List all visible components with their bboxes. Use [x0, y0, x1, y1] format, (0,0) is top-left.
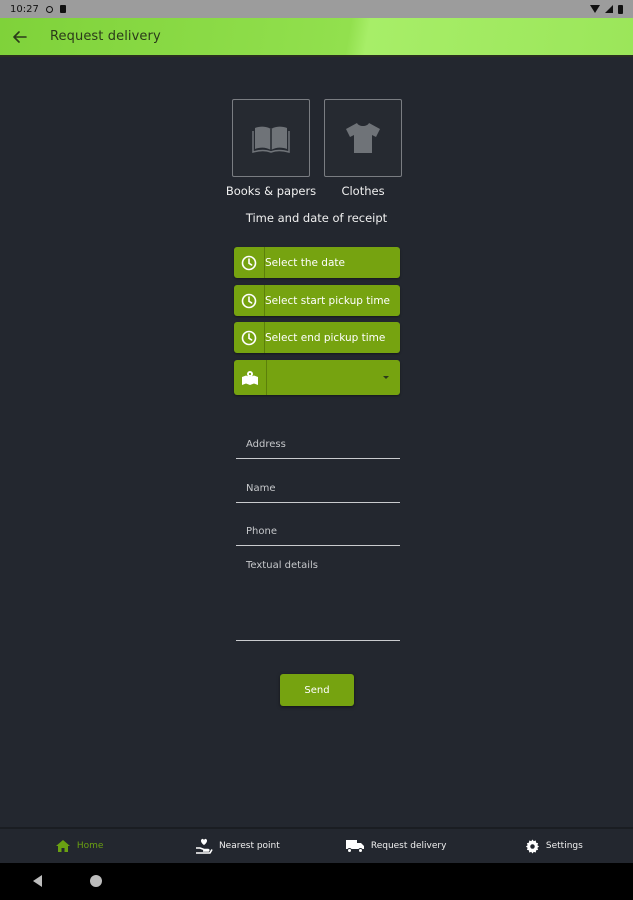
chevron-down-icon — [383, 376, 389, 379]
select-date-label: Select the date — [265, 256, 345, 269]
battery-icon — [618, 4, 623, 14]
details-placeholder: Textual details — [246, 560, 318, 571]
back-button[interactable] — [0, 17, 40, 56]
nav-home[interactable]: Home — [0, 829, 158, 863]
sim-status-icon — [59, 5, 66, 13]
category-clothes-box[interactable] — [324, 99, 402, 177]
system-home-icon[interactable] — [90, 875, 102, 887]
hand-heart-icon — [195, 838, 213, 854]
system-back-icon[interactable] — [33, 875, 42, 887]
nav-request-delivery-label: Request delivery — [370, 841, 447, 851]
select-start-time-label: Select start pickup time — [265, 294, 391, 307]
category-books-box[interactable] — [232, 99, 310, 177]
signal-icon — [605, 5, 613, 13]
select-end-time-label: Select end pickup time — [265, 331, 386, 344]
address-field[interactable]: Address — [236, 434, 400, 459]
send-button[interactable]: Send — [280, 674, 354, 706]
category-books-label: Books & papers — [225, 184, 317, 198]
status-bar: 10:27 — [0, 0, 633, 18]
name-placeholder: Name — [246, 483, 276, 494]
tshirt-icon — [346, 123, 380, 153]
wifi-icon — [590, 5, 600, 13]
category-clothes[interactable]: Clothes — [324, 99, 402, 198]
nav-nearest-point-label: Nearest point — [218, 841, 280, 851]
home-icon — [55, 840, 70, 852]
map-icon — [234, 360, 267, 395]
select-date-button[interactable]: Select the date — [234, 247, 400, 278]
page-title: Request delivery — [50, 29, 161, 44]
clock-icon — [234, 247, 265, 278]
category-selector: Books & papers Clothes — [226, 99, 402, 198]
nav-home-label: Home — [76, 841, 104, 851]
book-icon — [252, 126, 290, 153]
category-books[interactable]: Books & papers — [226, 99, 316, 198]
settings-status-icon — [45, 5, 53, 13]
clock-icon — [234, 285, 265, 316]
nav-request-delivery[interactable]: Request delivery — [317, 829, 475, 863]
category-clothes-label: Clothes — [341, 184, 385, 198]
app-bar: Request delivery — [0, 18, 633, 57]
truck-icon — [345, 840, 364, 853]
clock-icon — [234, 322, 265, 353]
phone-field[interactable]: Phone — [236, 520, 400, 546]
nav-settings[interactable]: Settings — [475, 829, 633, 863]
nav-settings-label: Settings — [545, 841, 583, 851]
gear-icon — [525, 838, 539, 854]
name-field[interactable]: Name — [236, 477, 400, 503]
nav-nearest-point[interactable]: Nearest point — [158, 829, 316, 863]
system-navigation-bar — [0, 863, 633, 900]
select-end-time-button[interactable]: Select end pickup time — [234, 322, 400, 353]
details-field[interactable]: Textual details — [236, 555, 400, 641]
select-start-time-button[interactable]: Select start pickup time — [234, 285, 400, 316]
arrow-left-icon — [13, 30, 27, 43]
bottom-navigation: Home Nearest point Request delivery Sett… — [0, 827, 633, 863]
receipt-section-title: Time and date of receipt — [245, 211, 388, 225]
address-placeholder: Address — [246, 439, 286, 450]
status-time: 10:27 — [10, 3, 39, 15]
phone-placeholder: Phone — [246, 526, 277, 537]
location-dropdown[interactable] — [234, 360, 400, 395]
